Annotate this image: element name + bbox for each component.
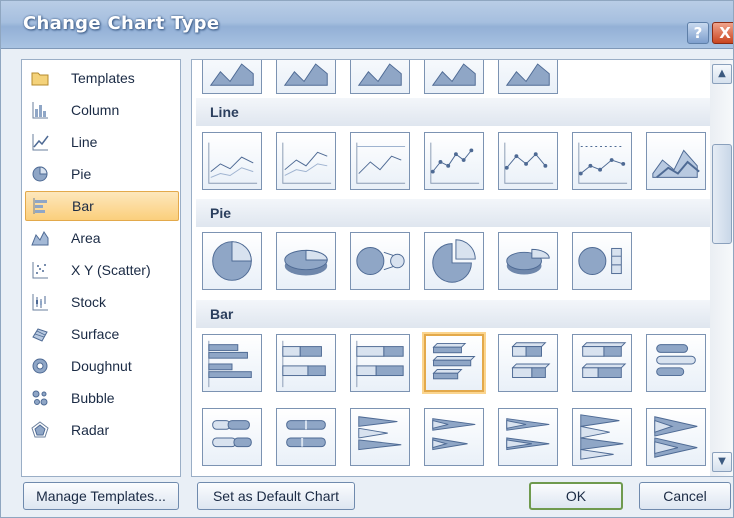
area-subtype-thumbnail[interactable] — [202, 60, 262, 94]
chart-subtype-gallery: Line Pie Bar ▲ ▼ — [191, 59, 733, 477]
line-subtype-thumbnail[interactable] — [276, 132, 336, 190]
exploded-pie-thumbnail[interactable] — [424, 232, 484, 290]
3d-100-stacked-bar-thumbnail[interactable] — [572, 334, 632, 392]
line-subtype-thumbnail[interactable] — [572, 132, 632, 190]
pie-subtype-thumbnail[interactable] — [276, 232, 336, 290]
doughnut-chart-icon — [31, 357, 49, 375]
area-subtype-thumbnail[interactable] — [424, 60, 484, 94]
100-stacked-cylinder-bar-thumbnail[interactable] — [276, 408, 336, 466]
exploded-pie-3d-thumbnail[interactable] — [498, 232, 558, 290]
section-header-line: Line — [196, 98, 712, 126]
change-chart-type-dialog: Change Chart Type ? X Templates Column L… — [0, 0, 734, 518]
category-doughnut[interactable]: Doughnut — [25, 351, 179, 381]
scroll-up-arrow-icon[interactable]: ▲ — [712, 64, 732, 84]
pie-chart-icon — [31, 165, 49, 183]
category-bar[interactable]: Bar — [25, 191, 179, 221]
3d-stacked-bar-thumbnail[interactable] — [498, 334, 558, 392]
bar-chart-icon — [32, 197, 50, 215]
column-chart-icon — [31, 101, 49, 119]
set-as-default-chart-button[interactable]: Set as Default Chart — [197, 482, 355, 510]
surface-chart-icon — [31, 325, 49, 343]
stacked-bar-thumbnail[interactable] — [276, 334, 336, 392]
gallery-scrollbar[interactable]: ▲ ▼ — [710, 60, 733, 476]
area-subtype-thumbnail[interactable] — [498, 60, 558, 94]
stacked-cylinder-bar-thumbnail[interactable] — [202, 408, 262, 466]
line-subtype-thumbnail[interactable] — [202, 132, 262, 190]
radar-chart-icon — [31, 421, 49, 439]
manage-templates-button[interactable]: Manage Templates... — [23, 482, 179, 510]
category-surface[interactable]: Surface — [25, 319, 179, 349]
3d-clustered-bar-thumbnail[interactable] — [424, 334, 484, 392]
bar-of-pie-thumbnail[interactable] — [572, 232, 632, 290]
clustered-cylinder-bar-thumbnail[interactable] — [646, 334, 706, 392]
scatter-chart-icon — [31, 261, 49, 279]
pie-of-pie-thumbnail[interactable] — [350, 232, 410, 290]
title-bar: Change Chart Type ? X — [1, 1, 733, 49]
ok-button[interactable]: OK — [529, 482, 623, 510]
category-templates[interactable]: Templates — [25, 63, 179, 93]
area-subtype-thumbnail[interactable] — [276, 60, 336, 94]
cancel-button[interactable]: Cancel — [639, 482, 731, 510]
clustered-cone-bar-thumbnail[interactable] — [350, 408, 410, 466]
100-stacked-cone-bar-thumbnail[interactable] — [498, 408, 558, 466]
line-subtype-thumbnail[interactable] — [646, 132, 706, 190]
category-scatter[interactable]: X Y (Scatter) — [25, 255, 179, 285]
category-stock[interactable]: Stock — [25, 287, 179, 317]
category-bubble[interactable]: Bubble — [25, 383, 179, 413]
folder-icon — [31, 69, 49, 87]
bubble-chart-icon — [31, 389, 49, 407]
category-column[interactable]: Column — [25, 95, 179, 125]
line-subtype-thumbnail[interactable] — [424, 132, 484, 190]
section-header-pie: Pie — [196, 199, 712, 227]
clustered-pyramid-bar-thumbnail[interactable] — [572, 408, 632, 466]
pie-subtype-thumbnail[interactable] — [202, 232, 262, 290]
category-pie[interactable]: Pie — [25, 159, 179, 189]
help-button[interactable]: ? — [687, 22, 709, 44]
stacked-cone-bar-thumbnail[interactable] — [424, 408, 484, 466]
category-line[interactable]: Line — [25, 127, 179, 157]
clustered-bar-thumbnail[interactable] — [202, 334, 262, 392]
close-button[interactable]: X — [712, 22, 733, 44]
dialog-title: Change Chart Type — [23, 13, 220, 34]
section-header-bar: Bar — [196, 300, 712, 328]
stacked-pyramid-bar-thumbnail[interactable] — [646, 408, 706, 466]
scroll-thumb[interactable] — [712, 144, 732, 244]
area-subtype-thumbnail[interactable] — [350, 60, 410, 94]
category-area[interactable]: Area — [25, 223, 179, 253]
line-chart-icon — [31, 133, 49, 151]
line-subtype-thumbnail[interactable] — [498, 132, 558, 190]
stock-chart-icon — [31, 293, 49, 311]
100-stacked-bar-thumbnail[interactable] — [350, 334, 410, 392]
scroll-down-arrow-icon[interactable]: ▼ — [712, 452, 732, 472]
line-subtype-thumbnail[interactable] — [350, 132, 410, 190]
area-chart-icon — [31, 229, 49, 247]
chart-category-list: Templates Column Line Pie Bar Area X Y (… — [21, 59, 181, 477]
category-radar[interactable]: Radar — [25, 415, 179, 445]
